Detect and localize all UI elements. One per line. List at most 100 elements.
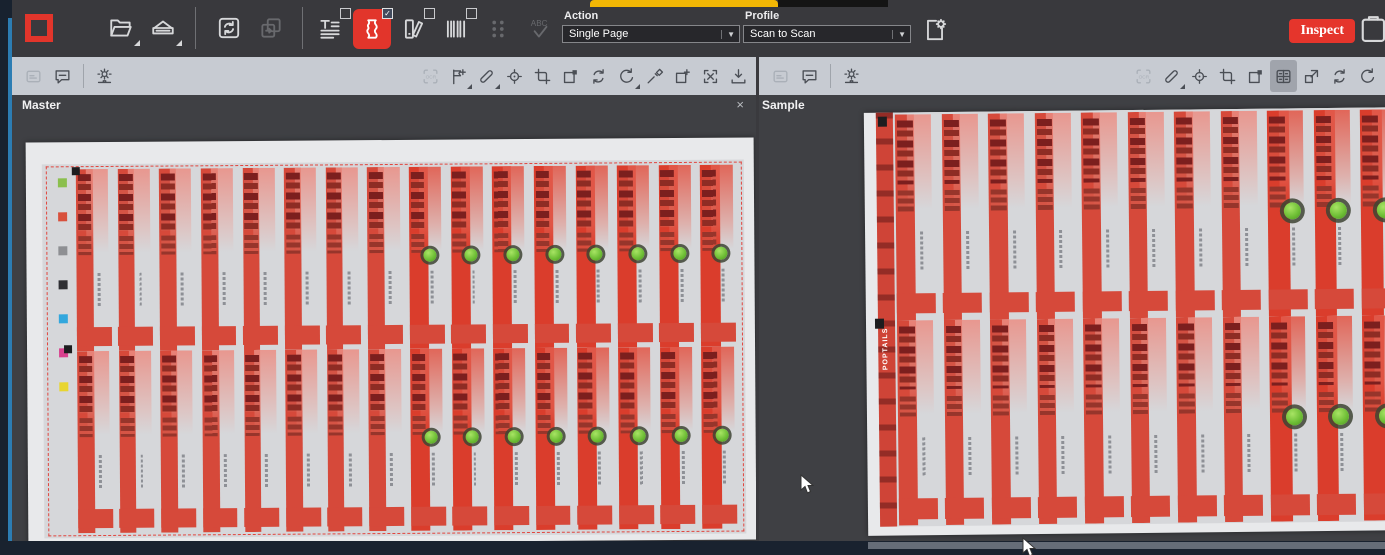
registration-mark (875, 319, 884, 329)
compare-view-button[interactable] (1298, 60, 1325, 92)
braille-inspection-toggle (479, 9, 517, 49)
main-toolbar: ✓ ABC Action Single Page ▼ Profile Scan t… (12, 0, 1385, 57)
brightness-button[interactable] (838, 60, 865, 92)
chevron-down-icon: ▼ (721, 30, 735, 39)
thumbnails-icon (771, 67, 790, 86)
sample-scan-image[interactable]: POPTAILS (864, 107, 1385, 536)
eyedropper-icon (645, 67, 664, 86)
color-patch (58, 178, 67, 187)
mode-checkbox-unchecked[interactable] (424, 8, 435, 19)
ocr-icon: OCR (421, 67, 440, 86)
sync-icon (589, 67, 608, 86)
dropdown-caret-icon (467, 84, 472, 89)
notification-bar-black (778, 0, 888, 7)
comment-icon (800, 67, 819, 86)
scan-button[interactable] (144, 8, 182, 48)
label-cell (1267, 316, 1316, 522)
restart-button[interactable] (210, 8, 248, 48)
color-inspection-toggle[interactable] (395, 9, 433, 49)
spelling-inspection-toggle: ABC (521, 9, 559, 49)
ocr-icon: OCR (1134, 67, 1153, 86)
label-grid (893, 109, 1385, 526)
brightness-button[interactable] (91, 60, 118, 92)
master-scan-image[interactable] (26, 137, 756, 541)
spelling-inspection-icon: ABC (527, 16, 553, 42)
braille-inspection-icon (485, 16, 511, 42)
comments-button[interactable] (796, 60, 823, 92)
color-patch (59, 280, 68, 289)
eraser-icon (1162, 67, 1181, 86)
dropdown-caret-icon (1180, 84, 1185, 89)
rotate-button[interactable] (1354, 60, 1381, 92)
fit-view-button[interactable] (697, 60, 724, 92)
color-patch (58, 212, 67, 221)
barcode-inspection-toggle[interactable] (437, 9, 475, 49)
report-button[interactable] (1359, 14, 1385, 46)
color-patch (58, 246, 67, 255)
svg-text:ABC: ABC (531, 19, 548, 28)
rotate-button[interactable] (613, 60, 640, 92)
profile-dropdown[interactable]: Scan to Scan ▼ (743, 25, 911, 43)
app-window: ✓ ABC Action Single Page ▼ Profile Scan t… (0, 0, 1385, 555)
eraser-icon (477, 67, 496, 86)
spine-text: POPTAILS (882, 328, 889, 371)
thumbnails-button (767, 60, 794, 92)
restart-icon (216, 15, 242, 41)
crop-button[interactable] (1214, 60, 1241, 92)
crop-button[interactable] (529, 60, 556, 92)
mode-checkbox-unchecked[interactable] (466, 8, 477, 19)
registration-point-button[interactable] (1186, 60, 1213, 92)
brightness-icon (95, 67, 114, 86)
flag-region-button[interactable] (445, 60, 472, 92)
eraser-button[interactable] (1158, 60, 1185, 92)
graphics-inspection-toggle[interactable]: ✓ (353, 9, 391, 49)
action-label: Action (564, 10, 740, 22)
add-region-button[interactable] (669, 60, 696, 92)
page-gear-icon (922, 17, 948, 43)
profile-settings-button[interactable] (916, 10, 954, 50)
sample-horizontal-scrollbar[interactable] (868, 542, 1385, 549)
label-cell (1174, 317, 1223, 523)
action-dropdown[interactable]: Single Page ▼ (562, 25, 740, 43)
close-icon[interactable]: × (736, 97, 744, 112)
color-inspection-icon (401, 16, 427, 42)
sync-views-button[interactable] (585, 60, 612, 92)
grid-view-button[interactable] (1270, 60, 1297, 92)
registration-mark (72, 167, 80, 175)
dropdown-caret-icon (495, 84, 500, 89)
label-cell (986, 113, 1035, 319)
registration-point-button[interactable] (501, 60, 528, 92)
svg-text:OCR: OCR (426, 74, 437, 80)
master-panel: Master × (12, 95, 756, 541)
master-left-tools (12, 60, 118, 92)
label-cell (1360, 315, 1385, 521)
compare-icon (1302, 67, 1321, 86)
mode-checkbox-unchecked[interactable] (340, 8, 351, 19)
eyedropper-button[interactable] (641, 60, 668, 92)
eraser-button[interactable] (473, 60, 500, 92)
dropdown-caret-icon (134, 40, 140, 46)
mode-checkbox-checked[interactable]: ✓ (382, 8, 393, 19)
toolbar-separator (195, 7, 196, 49)
text-inspection-toggle[interactable] (311, 9, 349, 49)
open-file-button[interactable] (102, 8, 140, 48)
sync-views-button[interactable] (1326, 60, 1353, 92)
thumbnails-icon (24, 67, 43, 86)
inspection-region-button[interactable] (1242, 60, 1269, 92)
master-panel-toolbar: OCR (12, 57, 756, 95)
duplicate-page-button (252, 8, 290, 48)
sample-left-tools (759, 60, 865, 92)
inspect-button[interactable]: Inspect (1289, 19, 1355, 43)
file-tool-group (102, 8, 182, 48)
comments-button[interactable] (49, 60, 76, 92)
toolbar-separator (83, 64, 84, 88)
profile-dropdown-block: Profile Scan to Scan ▼ (743, 8, 911, 43)
brightness-icon (842, 67, 861, 86)
color-patch (59, 382, 68, 391)
thumbnails-button (20, 60, 47, 92)
export-button[interactable] (725, 60, 752, 92)
run-tool-group (210, 8, 290, 48)
inspection-region-button[interactable] (557, 60, 584, 92)
sample-right-tools: OCR (1130, 57, 1381, 95)
barcode-inspection-icon (443, 16, 469, 42)
